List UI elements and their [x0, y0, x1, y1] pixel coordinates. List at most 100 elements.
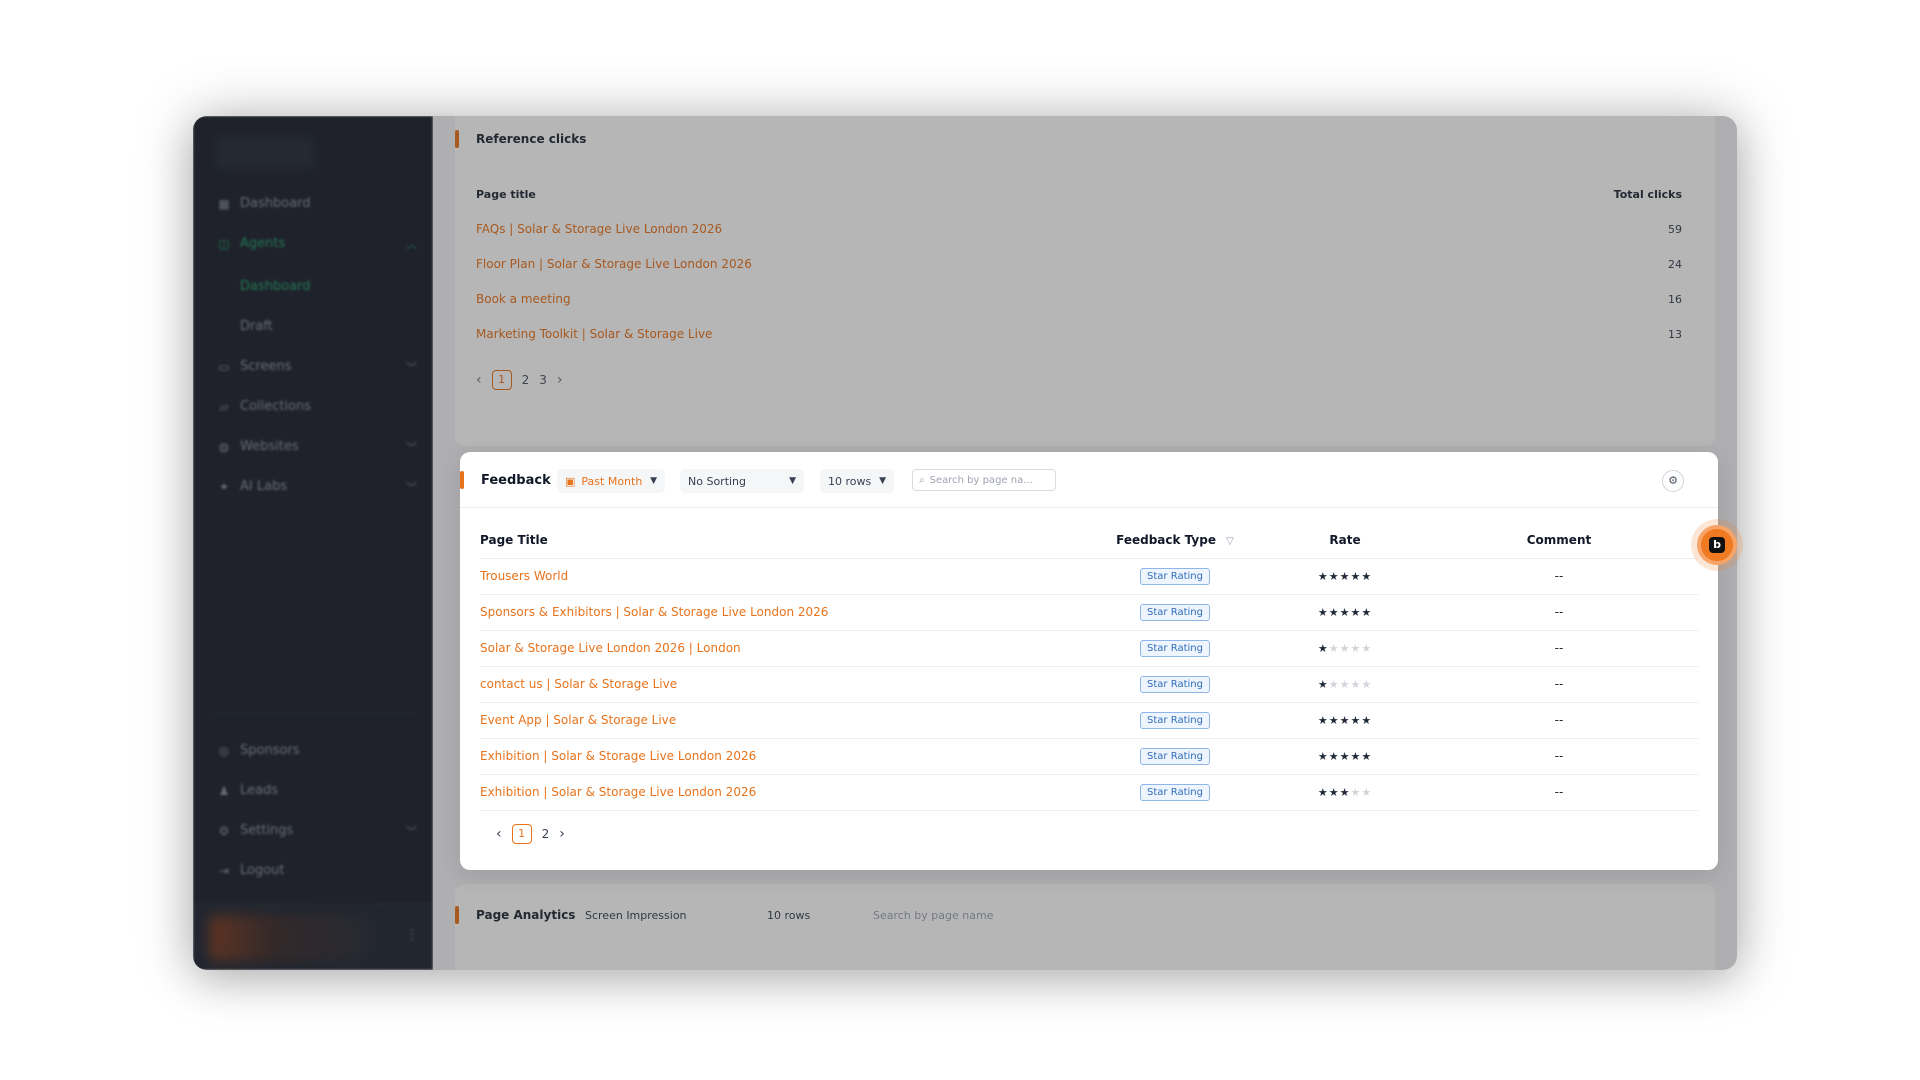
section-accent [460, 471, 464, 489]
rating-cell: ★★★★★ [1270, 738, 1420, 775]
agent-icon: ◫ [218, 236, 230, 251]
chevron-left-icon[interactable]: ‹ [476, 372, 482, 388]
feedback-type-cell: Star Rating [1080, 666, 1270, 703]
metric-select[interactable]: Screen Impression [585, 909, 687, 922]
period-select[interactable]: ▣ Past Month ▼ [557, 469, 665, 493]
feedback-page-link[interactable]: Solar & Storage Live London 2026 | Londo… [480, 630, 1080, 667]
star-filled-icon: ★ [1328, 714, 1340, 727]
search-input[interactable]: ⌕ Search by page na... [912, 469, 1056, 491]
star-filled-icon: ★ [1317, 750, 1329, 763]
chevron-down-icon: ▼ [879, 476, 886, 486]
feedback-page-link[interactable]: Sponsors & Exhibitors | Solar & Storage … [480, 594, 1080, 631]
sorting-select[interactable]: No Sorting ▼ [680, 469, 804, 493]
star-filled-icon: ★ [1361, 714, 1373, 727]
column-header-comment: Comment [1420, 522, 1698, 559]
sidebar-item-label: Logout [240, 863, 285, 878]
comment-cell: -- [1420, 738, 1698, 775]
reference-row-clicks: 59 [1668, 223, 1682, 236]
star-empty-icon: ★ [1328, 642, 1340, 655]
feedback-type-cell: Star Rating [1080, 594, 1270, 631]
sidebar-item-screens[interactable]: ▭ Screens ﹀ [217, 359, 417, 374]
section-accent [455, 130, 459, 148]
star-empty-icon: ★ [1350, 642, 1362, 655]
logout-icon: ⇥ [218, 863, 230, 878]
rows-select[interactable]: 10 rows ▼ [820, 469, 894, 493]
column-header-feedback-type[interactable]: Feedback Type ▽ [1080, 522, 1270, 559]
sidebar-subitem-draft[interactable]: Draft [240, 319, 273, 334]
feedback-type-cell: Star Rating [1080, 558, 1270, 595]
page-button[interactable]: 3 [539, 373, 547, 387]
column-header-label: Feedback Type [1116, 532, 1216, 547]
rating-cell: ★★★★★ [1270, 666, 1420, 703]
sidebar-divider [213, 713, 413, 714]
star-filled-icon: ★ [1339, 786, 1351, 799]
more-vertical-icon[interactable]: ⋮ [405, 927, 419, 943]
star-filled-icon: ★ [1361, 750, 1373, 763]
star-empty-icon: ★ [1328, 678, 1340, 691]
reference-row-link[interactable]: Marketing Toolkit | Solar & Storage Live [476, 327, 712, 341]
comment-cell: -- [1420, 774, 1698, 811]
column-header-page-title: Page Title [480, 522, 1080, 559]
sidebar-item-ai-labs[interactable]: ✦ AI Labs ﹀ [217, 479, 417, 494]
page-button[interactable]: 2 [542, 827, 550, 841]
sidebar-item-websites[interactable]: ◍ Websites ﹀ [217, 439, 417, 454]
users-icon: ♟ [218, 783, 230, 798]
sidebar-item-logout[interactable]: ⇥ Logout [217, 863, 417, 878]
chevron-right-icon[interactable]: › [557, 372, 563, 388]
settings-icon[interactable]: ⚙ [1662, 470, 1684, 492]
page-button[interactable]: 2 [522, 373, 530, 387]
feedback-type-cell: Star Rating [1080, 702, 1270, 739]
sidebar-item-sponsors[interactable]: ◎ Sponsors [217, 743, 417, 758]
star-rating: ★★★★★ [1318, 570, 1372, 583]
star-filled-icon: ★ [1350, 750, 1362, 763]
star-empty-icon: ★ [1339, 678, 1351, 691]
comment-cell: -- [1420, 558, 1698, 595]
reference-row-link[interactable]: Floor Plan | Solar & Storage Live London… [476, 257, 752, 271]
section-title: Feedback [481, 473, 551, 488]
chevron-down-icon: ﹀ [406, 480, 417, 494]
sidebar-subitem-dashboard[interactable]: Dashboard [240, 279, 311, 294]
sidebar-item-dashboard[interactable]: ▦ Dashboard [217, 196, 417, 211]
sidebar-item-leads[interactable]: ♟ Leads [217, 783, 417, 798]
comment-cell: -- [1420, 666, 1698, 703]
sidebar-item-settings[interactable]: ⚙ Settings ﹀ [217, 823, 417, 838]
sidebar-item-label: Leads [240, 783, 279, 798]
chevron-right-icon[interactable]: › [559, 826, 565, 842]
filter-icon[interactable]: ▽ [1226, 536, 1234, 547]
star-rating: ★★★★★ [1318, 714, 1372, 727]
star-filled-icon: ★ [1350, 570, 1362, 583]
feedback-type-badge: Star Rating [1140, 783, 1210, 801]
chevron-down-icon: ﹀ [406, 824, 417, 838]
feedback-page-link[interactable]: Trousers World [480, 558, 1080, 595]
help-chat-button[interactable]: b [1697, 525, 1737, 565]
star-rating: ★★★★★ [1318, 642, 1372, 655]
star-filled-icon: ★ [1350, 606, 1362, 619]
table-row: Trousers World Star Rating ★★★★★ -- [480, 558, 1698, 595]
search-input[interactable]: Search by page name [873, 909, 993, 922]
feedback-page-link[interactable]: Event App | Solar & Storage Live [480, 702, 1080, 739]
feedback-page-link[interactable]: Exhibition | Solar & Storage Live London… [480, 774, 1080, 811]
reference-row-link[interactable]: Book a meeting [476, 292, 571, 306]
star-filled-icon: ★ [1328, 606, 1340, 619]
star-filled-icon: ★ [1317, 570, 1329, 583]
comment-cell: -- [1420, 594, 1698, 631]
feedback-page-link[interactable]: Exhibition | Solar & Storage Live London… [480, 738, 1080, 775]
rows-select[interactable]: 10 rows [767, 909, 810, 922]
sidebar-item-collections[interactable]: ▱ Collections [217, 399, 417, 414]
gear-icon: ⚙ [218, 823, 230, 838]
table-row: contact us | Solar & Storage Live Star Ra… [480, 666, 1698, 703]
page-button-current[interactable]: 1 [491, 370, 512, 390]
star-empty-icon: ★ [1339, 642, 1351, 655]
reference-pagination: ‹ 1 2 3 › [476, 370, 563, 390]
star-filled-icon: ★ [1339, 606, 1351, 619]
table-header-row: Page Title Feedback Type ▽ Rate Comment [480, 522, 1698, 559]
reference-row-link[interactable]: FAQs | Solar & Storage Live London 2026 [476, 222, 722, 236]
sidebar-item-agents[interactable]: ◫ Agents ︿ [217, 236, 417, 251]
page-button-current[interactable]: 1 [511, 824, 532, 844]
user-profile-bar[interactable]: ⋮ [193, 904, 433, 970]
star-filled-icon: ★ [1339, 750, 1351, 763]
chevron-left-icon[interactable]: ‹ [496, 826, 502, 842]
feedback-page-link[interactable]: contact us | Solar & Storage Live [480, 666, 1080, 703]
star-filled-icon: ★ [1361, 570, 1373, 583]
feedback-type-badge: Star Rating [1140, 711, 1210, 729]
